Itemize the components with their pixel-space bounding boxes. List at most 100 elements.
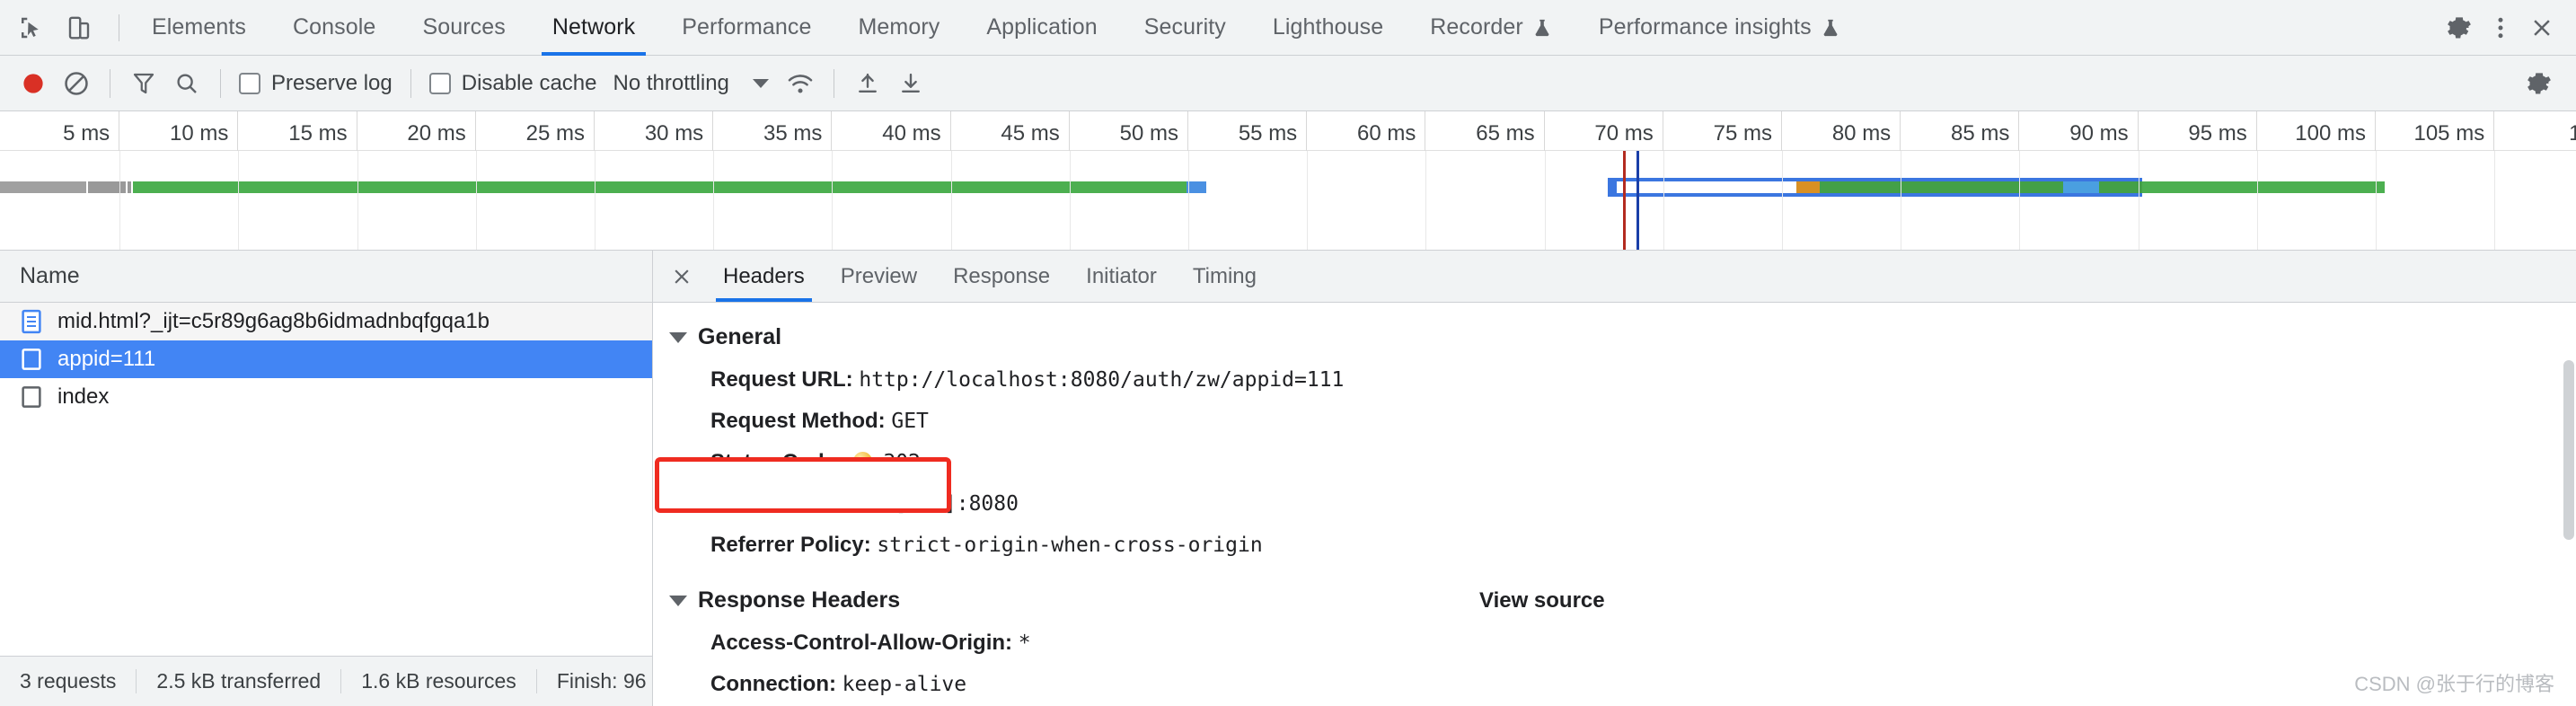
tab-timing[interactable]: Timing xyxy=(1175,251,1275,302)
overview-band-grey-queue-c xyxy=(128,181,131,193)
response-headers-section-header[interactable]: Response Headers View source xyxy=(653,578,2576,622)
general-section-header[interactable]: General xyxy=(653,315,2576,359)
import-har-icon[interactable] xyxy=(847,63,888,104)
timeline-tick-label: 45 ms xyxy=(1001,121,1060,146)
timeline-gridline xyxy=(1069,151,1071,250)
request-list-header[interactable]: Name xyxy=(0,251,652,303)
header-value: GET xyxy=(891,410,929,433)
timeline-gridline xyxy=(1307,151,1309,250)
timeline-tick: 50 ms xyxy=(1070,111,1188,151)
timeline-tick: 85 ms xyxy=(1901,111,2020,151)
tabbar-left-icons xyxy=(0,10,128,46)
timeline-tick: 25 ms xyxy=(476,111,595,151)
preserve-log-checkbox[interactable]: Preserve log xyxy=(234,71,398,96)
tab-label: Console xyxy=(293,14,376,40)
timeline-tick-label: 25 ms xyxy=(525,121,585,146)
request-list-panel: Name mid.html?_ijt=c5r89g6ag8b6idmadnbqf… xyxy=(0,251,653,706)
timeline-tick-label: 110 xyxy=(2569,121,2576,146)
close-detail-icon[interactable] xyxy=(658,251,705,302)
tab-lighthouse[interactable]: Lighthouse xyxy=(1249,0,1407,56)
header-key: Request URL: xyxy=(710,367,853,392)
detail-tab-label: Headers xyxy=(723,263,805,288)
request-name: appid=111 xyxy=(57,347,156,371)
header-row-request-url: Request URL: http://localhost:8080/auth/… xyxy=(653,359,2576,401)
tab-initiator[interactable]: Initiator xyxy=(1068,251,1175,302)
more-vertical-icon[interactable] xyxy=(2483,10,2519,46)
tab-application[interactable]: Application xyxy=(963,0,1120,56)
tab-console[interactable]: Console xyxy=(269,0,399,56)
close-icon[interactable] xyxy=(2524,10,2560,46)
timeline-tick: 75 ms xyxy=(1663,111,1782,151)
chevron-down-icon xyxy=(669,595,687,606)
throttling-value: No throttling xyxy=(613,70,729,95)
timeline-tick: 10 ms xyxy=(119,111,239,151)
request-row-appid[interactable]: appid=111 xyxy=(0,340,652,378)
disable-cache-checkbox[interactable]: Disable cache xyxy=(424,71,603,96)
timeline-tick-label: 70 ms xyxy=(1594,121,1654,146)
detail-scrollbar[interactable] xyxy=(2563,360,2574,540)
network-toolbar-right xyxy=(2519,63,2576,104)
tab-performance-insights[interactable]: Performance insights xyxy=(1575,0,1864,56)
search-icon[interactable] xyxy=(166,63,207,104)
timeline-tick-label: 50 ms xyxy=(1119,121,1178,146)
response-headers-section-title: Response Headers xyxy=(698,587,901,613)
generic-file-icon xyxy=(20,384,43,410)
clear-no-entry-icon[interactable] xyxy=(56,63,97,104)
inspect-cursor-icon[interactable] xyxy=(13,10,49,46)
overview-band-white-wait xyxy=(1617,181,1796,193)
header-row-referrer-policy: Referrer Policy: strict-origin-when-cros… xyxy=(653,525,2576,566)
timeline-tick: 5 ms xyxy=(1,111,120,151)
devtools-tabbar: Elements Console Sources Network Perform… xyxy=(0,0,2576,56)
filter-funnel-icon[interactable] xyxy=(123,63,164,104)
tab-elements[interactable]: Elements xyxy=(128,0,269,56)
timeline-gridline xyxy=(2019,151,2021,250)
tab-performance[interactable]: Performance xyxy=(658,0,834,56)
header-value: 302 xyxy=(883,451,921,474)
tab-security[interactable]: Security xyxy=(1121,0,1249,56)
throttling-select[interactable]: No throttling xyxy=(604,71,777,96)
network-overview[interactable]: 5 ms 10 ms 15 ms 20 ms 25 ms 30 ms 35 ms 40 ms 4… xyxy=(0,111,2576,251)
overview-band-green-download-main xyxy=(133,181,1187,193)
header-key: Request Method: xyxy=(710,409,886,433)
timeline-gridline xyxy=(119,151,121,250)
gear-icon[interactable] xyxy=(2441,10,2477,46)
disable-cache-label: Disable cache xyxy=(461,70,597,95)
header-value: http://localhost:8080/auth/zw/appid=111 xyxy=(859,368,1345,392)
device-toolbar-icon[interactable] xyxy=(61,10,97,46)
tab-preview[interactable]: Preview xyxy=(823,251,935,302)
record-circle-icon[interactable] xyxy=(13,63,54,104)
tab-recorder[interactable]: Recorder xyxy=(1407,0,1575,56)
overview-band-blue-tail xyxy=(1187,181,1206,193)
timeline-tick-label: 75 ms xyxy=(1713,121,1772,146)
export-har-icon[interactable] xyxy=(890,63,931,104)
timeline-tick: 65 ms xyxy=(1425,111,1545,151)
timeline-tick: 15 ms xyxy=(238,111,357,151)
tab-headers[interactable]: Headers xyxy=(705,251,823,302)
tab-network[interactable]: Network xyxy=(529,0,658,56)
timeline-tick: 20 ms xyxy=(357,111,476,151)
detail-tab-label: Initiator xyxy=(1086,263,1157,288)
timeline-tick-label: 40 ms xyxy=(882,121,941,146)
timeline-tick-label: 15 ms xyxy=(288,121,348,146)
toolbar-divider xyxy=(220,68,221,98)
overview-band-grey-queue-a xyxy=(0,181,86,193)
tab-sources[interactable]: Sources xyxy=(399,0,528,56)
tab-label: Recorder xyxy=(1430,14,1523,40)
tab-label: Performance xyxy=(682,14,812,40)
request-name: index xyxy=(57,384,110,409)
timeline-tick: 90 ms xyxy=(2019,111,2139,151)
timeline-gridline xyxy=(950,151,952,250)
view-source-link[interactable]: View source xyxy=(1479,588,1605,613)
tab-label: Security xyxy=(1143,14,1226,40)
timeline-tick: 40 ms xyxy=(832,111,951,151)
tab-memory[interactable]: Memory xyxy=(834,0,963,56)
network-conditions-icon[interactable] xyxy=(780,63,821,104)
request-row-index[interactable]: index xyxy=(0,378,652,416)
timeline-tick-label: 65 ms xyxy=(1476,121,1535,146)
timeline-tick-label: 95 ms xyxy=(2188,121,2247,146)
gear-icon[interactable] xyxy=(2519,63,2560,104)
header-row-request-method: Request Method: GET xyxy=(653,401,2576,442)
tabbar-right-actions xyxy=(2441,10,2576,46)
tab-response[interactable]: Response xyxy=(935,251,1068,302)
request-row-mid-html[interactable]: mid.html?_ijt=c5r89g6ag8b6idmadnbqfgqa1b xyxy=(0,303,652,340)
